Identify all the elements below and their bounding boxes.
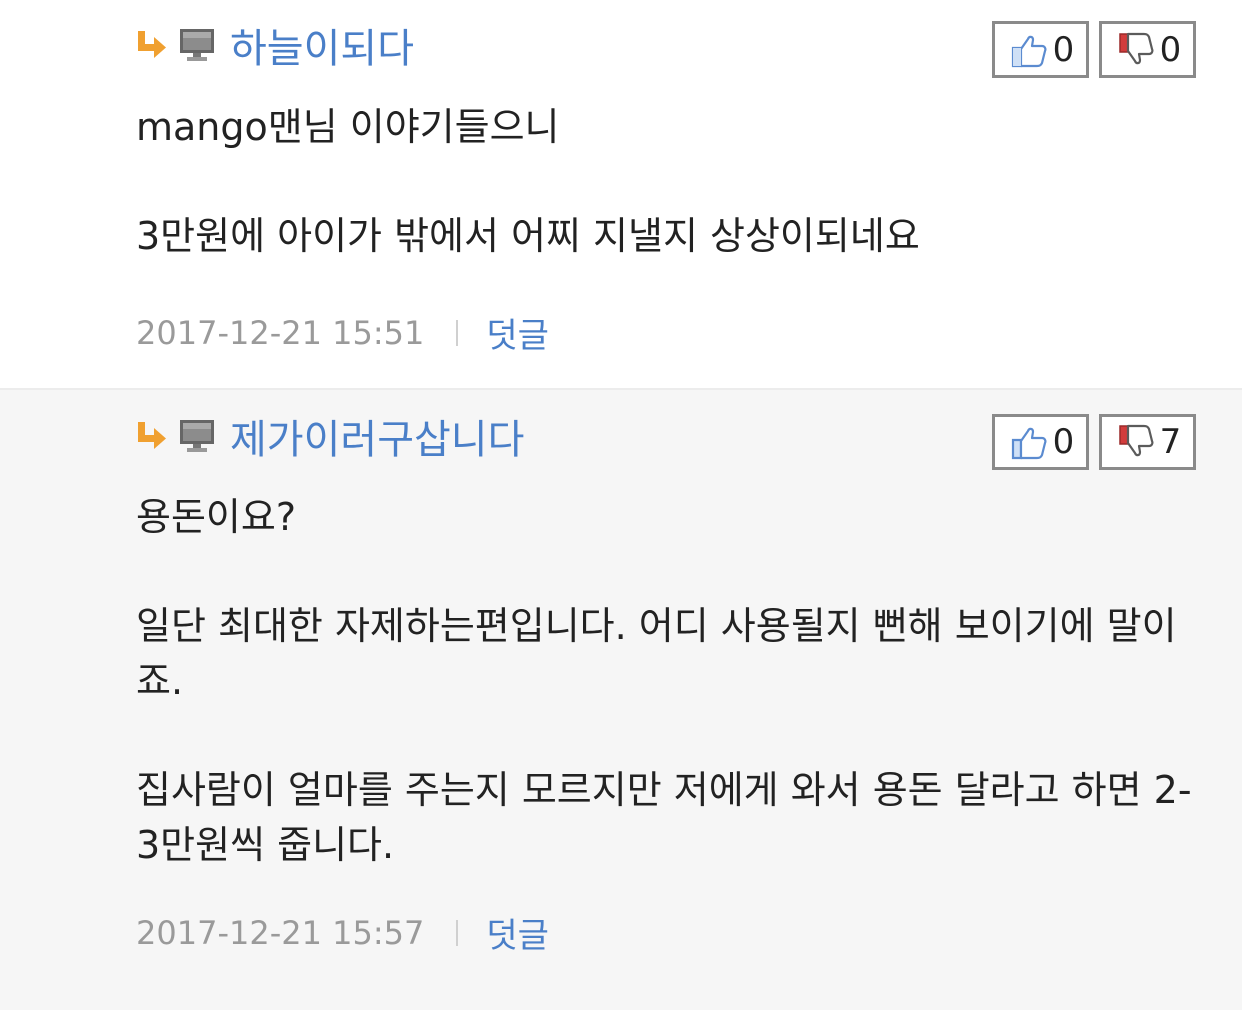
pc-monitor-icon: [180, 29, 214, 61]
dislike-button[interactable]: 0: [1099, 21, 1196, 78]
comment-meta: 2017-12-21 15:57 덧글: [136, 908, 549, 957]
comment-header: 제가이러구삽니다: [136, 411, 524, 463]
reply-arrow-icon: [138, 422, 166, 449]
dislike-count: 0: [1159, 29, 1182, 70]
comment-author[interactable]: 제가이러구삽니다: [230, 407, 524, 465]
like-button[interactable]: 0: [992, 21, 1089, 78]
dislike-count: 7: [1159, 422, 1182, 462]
reply-arrow-icon: [138, 31, 166, 58]
thumbs-down-icon: [1118, 32, 1154, 64]
comment-paragraph: 3만원에 아이가 밖에서 어찌 지낼지 상상이되네요: [136, 214, 920, 258]
comment-item: 하늘이되다 0 0 mango맨님 이야기들으니 3만원에 아이가 밖에서 어찌…: [0, 0, 1242, 390]
pc-monitor-icon: [180, 420, 214, 452]
reply-link[interactable]: 덧글: [486, 908, 549, 957]
comment-body: mango맨님 이야기들으니 3만원에 아이가 밖에서 어찌 지낼지 상상이되네…: [136, 100, 1192, 264]
like-count: 0: [1052, 422, 1075, 462]
comment-timestamp: 2017-12-21 15:57: [136, 913, 425, 952]
like-count: 0: [1052, 29, 1075, 70]
vote-group: 0 7: [992, 414, 1196, 470]
comment-paragraph: mango맨님 이야기들으니: [136, 105, 560, 149]
meta-divider: [456, 919, 459, 946]
comment-meta: 2017-12-21 15:51 덧글: [136, 308, 549, 357]
comment-paragraph: 집사람이 얼마를 주는지 모르지만 저에게 와서 용돈 달라고 하면 2-3만원…: [136, 768, 1192, 867]
thumbs-up-icon: [1011, 35, 1047, 67]
comment-timestamp: 2017-12-21 15:51: [136, 313, 425, 352]
comment-body: 용돈이요? 일단 최대한 자제하는편입니다. 어디 사용될지 뻔해 보이기에 말…: [136, 490, 1192, 873]
vote-group: 0 0: [992, 21, 1196, 78]
thumbs-down-icon: [1118, 424, 1154, 457]
comment-header: 하늘이되다: [136, 20, 414, 72]
thumbs-up-icon: [1011, 427, 1047, 460]
comment-item: 제가이러구삽니다 0 7 용돈이요? 일단 최대한 자제하는편입니다. 어디 사…: [0, 390, 1242, 1010]
comment-author[interactable]: 하늘이되다: [230, 16, 414, 74]
comment-paragraph: 용돈이요?: [136, 495, 297, 539]
meta-divider: [456, 319, 459, 346]
comment-paragraph: 일단 최대한 자제하는편입니다. 어디 사용될지 뻔해 보이기에 말이죠.: [136, 604, 1177, 703]
dislike-button[interactable]: 7: [1099, 414, 1196, 470]
like-button[interactable]: 0: [992, 414, 1089, 470]
reply-link[interactable]: 덧글: [486, 308, 549, 357]
